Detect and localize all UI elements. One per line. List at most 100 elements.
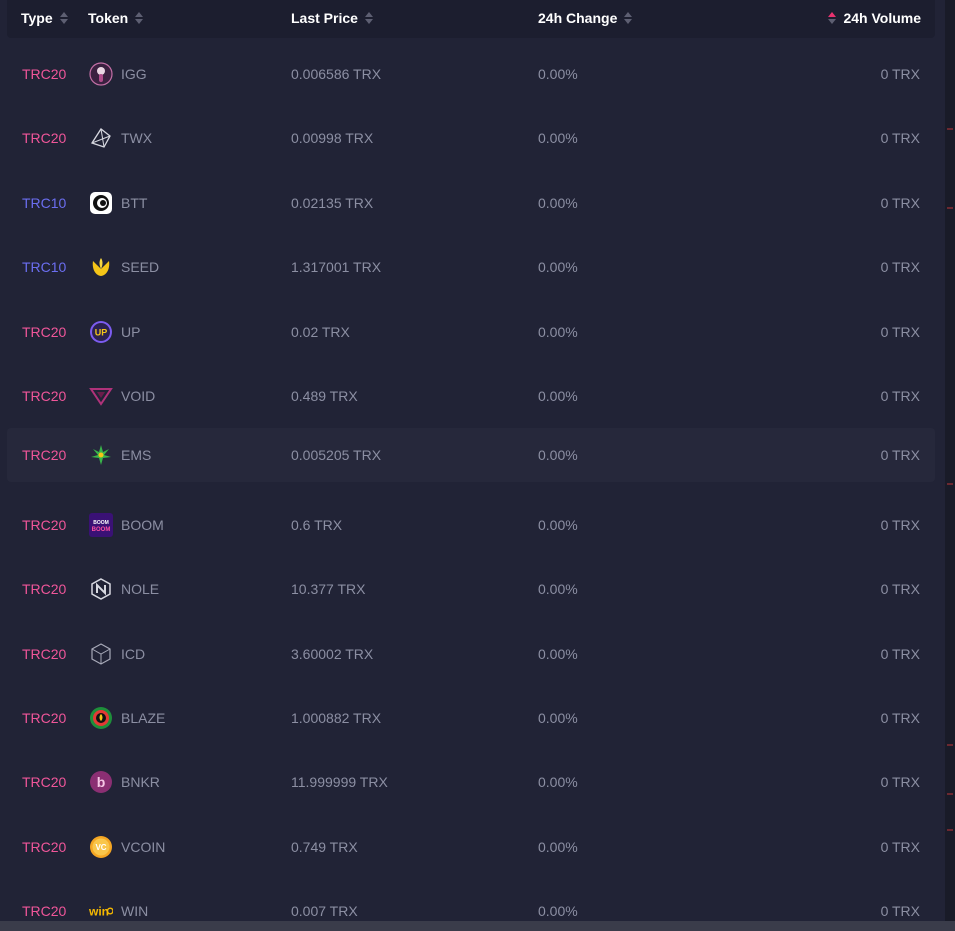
volume-24h: 0 TRX xyxy=(880,323,920,340)
token-type: TRC20 xyxy=(22,903,67,920)
boom-icon: BOOM BOOM xyxy=(89,512,113,537)
nole-icon xyxy=(89,577,113,601)
volume-24h: 0 TRX xyxy=(880,581,920,598)
last-price: 0.02 TRX xyxy=(291,323,350,340)
token-symbol: BTT xyxy=(121,194,148,211)
sort-arrows-icon xyxy=(135,12,144,24)
change-24h: 0.00% xyxy=(538,447,578,464)
token-symbol: VCOIN xyxy=(121,838,166,855)
up-icon: UP xyxy=(89,320,113,344)
sort-arrows-icon xyxy=(624,12,633,24)
token-cell[interactable]: IGG xyxy=(89,42,147,106)
table-row[interactable]: TRC20 BOOM BOOM BOOM 0.6 TRX 0.00% 0 TRX xyxy=(0,493,945,557)
change-24h: 0.00% xyxy=(538,130,578,147)
volume-24h: 0 TRX xyxy=(880,774,920,791)
table-row[interactable]: TRC20 UP UP 0.02 TRX 0.00% 0 TRX xyxy=(0,300,945,364)
table-row[interactable]: TRC20 ICD 3.60002 TRX 0.00% 0 TRX xyxy=(0,622,945,686)
token-type: TRC20 xyxy=(22,838,67,855)
btt-icon xyxy=(89,191,113,215)
table-row[interactable]: TRC20 BLAZE 1.000882 TRX 0.00% 0 TRX xyxy=(0,686,945,750)
token-cell[interactable]: UP UP xyxy=(89,300,140,364)
change-24h: 0.00% xyxy=(538,581,578,598)
table-row[interactable]: TRC10 BTT 0.02135 TRX 0.00% 0 TRX xyxy=(0,171,945,235)
token-cell[interactable]: EMS xyxy=(89,428,151,482)
change-24h: 0.00% xyxy=(538,774,578,791)
volume-24h: 0 TRX xyxy=(880,709,920,726)
token-type: TRC20 xyxy=(22,323,67,340)
token-cell[interactable]: TWX xyxy=(89,106,152,170)
horizontal-scrollbar[interactable] xyxy=(0,921,955,931)
table-row[interactable]: TRC20 win WIN 0.007 TRX 0.00% 0 TRX xyxy=(0,879,945,921)
token-symbol: NOLE xyxy=(121,581,160,598)
table-row[interactable]: TRC20 b BNKR 11.999999 TRX 0.00% 0 TRX xyxy=(0,750,945,814)
sort-by-price-header[interactable]: Last Price xyxy=(291,0,373,36)
svg-text:BOOM: BOOM xyxy=(93,520,109,526)
icd-icon xyxy=(89,642,113,666)
last-price: 0.489 TRX xyxy=(291,387,358,404)
token-cell[interactable]: BOOM BOOM BOOM xyxy=(89,493,164,557)
table-row[interactable]: TRC20 IGG 0.006586 TRX 0.00% 0 TRX xyxy=(0,42,945,106)
token-cell[interactable]: VC VCOIN xyxy=(89,815,165,879)
bnkr-icon: b xyxy=(89,770,113,794)
token-symbol: EMS xyxy=(121,447,152,464)
sort-arrows-active-icon xyxy=(828,12,837,24)
token-type: TRC20 xyxy=(22,516,67,533)
sort-by-type-header[interactable]: Type xyxy=(21,0,68,36)
volume-header-label: 24h Volume xyxy=(843,10,921,26)
last-price: 3.60002 TRX xyxy=(291,645,374,662)
igg-icon xyxy=(89,62,113,86)
last-price: 0.02135 TRX xyxy=(291,194,374,211)
table-row[interactable]: TRC20 EMS 0.005205 TRX 0.00% 0 TRX xyxy=(0,428,945,492)
last-price: 0.00998 TRX xyxy=(291,130,374,147)
token-type: TRC20 xyxy=(22,774,67,791)
svg-text:VC: VC xyxy=(95,843,106,852)
token-symbol: ICD xyxy=(121,645,146,662)
last-price: 11.999999 TRX xyxy=(291,774,388,791)
last-price: 0.005205 TRX xyxy=(291,447,382,464)
scrollbar-track[interactable] xyxy=(945,0,955,931)
token-symbol: VOID xyxy=(121,387,156,404)
last-price: 0.6 TRX xyxy=(291,516,343,533)
token-cell[interactable]: BTT xyxy=(89,171,147,235)
ems-icon xyxy=(89,443,113,467)
table-row[interactable]: TRC10 SEED 1.317001 TRX 0.00% 0 TRX xyxy=(0,235,945,299)
sort-arrows-icon xyxy=(364,12,373,24)
change-24h: 0.00% xyxy=(538,323,578,340)
sort-by-change-header[interactable]: 24h Change xyxy=(538,0,633,36)
token-cell[interactable]: SEED xyxy=(89,235,159,299)
token-cell[interactable]: win WIN xyxy=(89,879,148,921)
change-24h: 0.00% xyxy=(538,66,578,82)
svg-text:win: win xyxy=(89,905,109,919)
token-type: TRC10 xyxy=(22,259,67,276)
table-row[interactable]: TRC20 TWX 0.00998 TRX 0.00% 0 TRX xyxy=(0,106,945,170)
token-cell[interactable]: ICD xyxy=(89,622,145,686)
type-header-label: Type xyxy=(21,10,53,26)
volume-24h: 0 TRX xyxy=(880,130,920,147)
sort-by-token-header[interactable]: Token xyxy=(88,0,144,36)
token-symbol: BLAZE xyxy=(121,709,166,726)
twx-icon xyxy=(89,126,113,150)
table-row[interactable]: TRC20 VC VCOIN 0.749 TRX 0.00% 0 TRX xyxy=(0,815,945,879)
change-24h: 0.00% xyxy=(538,709,578,726)
token-type: TRC20 xyxy=(22,645,67,662)
last-price: 10.377 TRX xyxy=(291,581,366,598)
token-symbol: BOOM xyxy=(121,516,164,533)
token-symbol: WIN xyxy=(121,903,149,920)
token-rows: TRC20 IGG 0.006586 TRX 0.00% 0 TRX TRC20 TWX 0.… xyxy=(0,42,945,921)
table-header: Type Token Last Price 24h Change 24h Vol… xyxy=(7,0,935,38)
volume-24h: 0 TRX xyxy=(880,516,920,533)
table-row[interactable]: TRC20 NOLE 10.377 TRX 0.00% 0 TRX xyxy=(0,557,945,621)
last-price: 0.006586 TRX xyxy=(291,66,382,82)
token-market-table: Type Token Last Price 24h Change 24h Vol… xyxy=(0,0,945,921)
table-row[interactable]: TRC20 VOID 0.489 TRX 0.00% 0 TRX xyxy=(0,364,945,428)
token-cell[interactable]: VOID xyxy=(89,364,155,428)
token-cell[interactable]: NOLE xyxy=(89,557,159,621)
volume-24h: 0 TRX xyxy=(880,838,920,855)
token-cell[interactable]: BLAZE xyxy=(89,686,165,750)
token-cell[interactable]: b BNKR xyxy=(89,750,160,814)
token-type: TRC20 xyxy=(22,130,67,147)
sort-by-volume-header[interactable]: 24h Volume xyxy=(828,0,921,36)
token-type: TRC20 xyxy=(22,447,67,464)
token-symbol: TWX xyxy=(121,130,153,147)
volume-24h: 0 TRX xyxy=(880,645,920,662)
